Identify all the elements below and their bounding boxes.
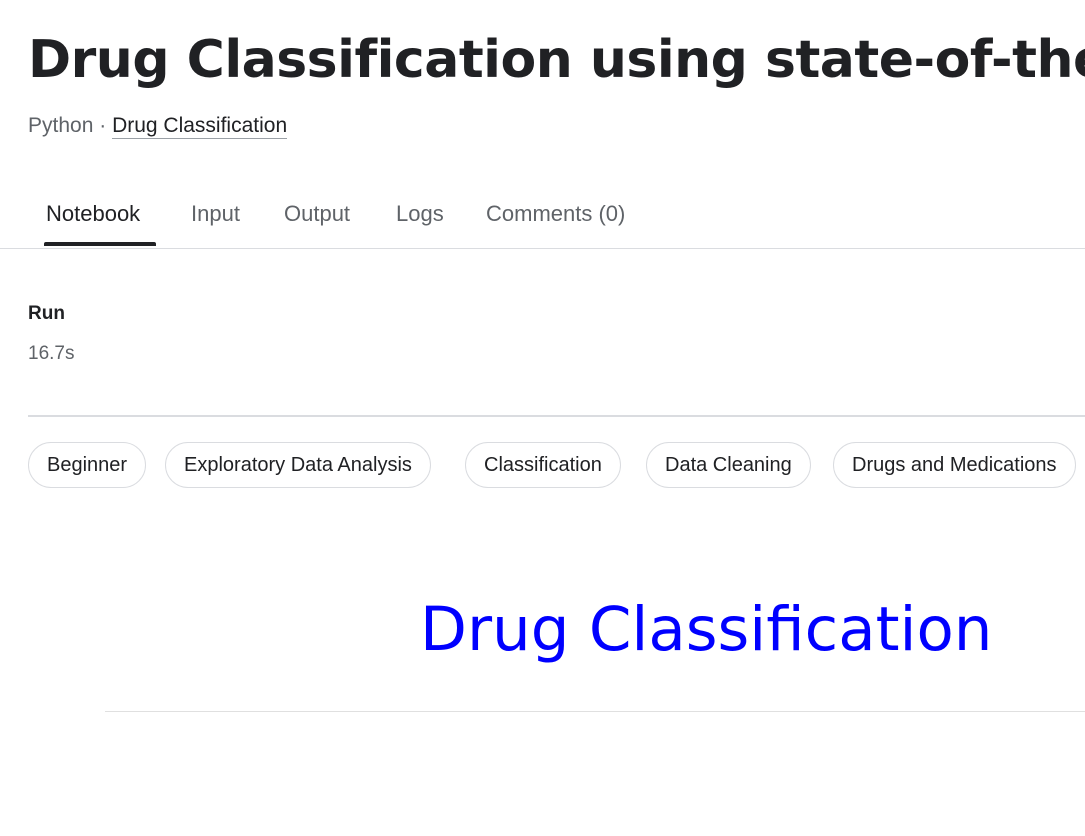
heading-underline (105, 711, 1085, 712)
notebook-meta: Python · Drug Classification (28, 112, 288, 140)
active-tab-indicator (44, 242, 156, 246)
tag-classification[interactable]: Classification (465, 442, 621, 488)
notebook-heading: Drug Classification (420, 594, 993, 665)
run-label: Run (28, 303, 65, 324)
tag-data-cleaning[interactable]: Data Cleaning (646, 442, 811, 488)
meta-separator: · (93, 114, 113, 137)
run-time-value: 16.7s (28, 343, 75, 364)
tab-notebook[interactable]: Notebook (46, 200, 140, 228)
section-divider (28, 415, 1085, 417)
tag-drugs-and-medications[interactable]: Drugs and Medications (833, 442, 1076, 488)
tab-comments[interactable]: Comments (0) (486, 200, 625, 228)
dataset-link[interactable]: Drug Classification (112, 114, 288, 139)
language-label: Python (28, 114, 94, 137)
tab-logs[interactable]: Logs (396, 200, 444, 228)
page-title: Drug Classification using state-of-the-a… (28, 30, 1085, 90)
tab-output[interactable]: Output (284, 200, 350, 228)
tab-input[interactable]: Input (191, 200, 240, 228)
tab-bar: Notebook Input Output Logs Comments (0) (0, 186, 1085, 249)
tag-beginner[interactable]: Beginner (28, 442, 147, 488)
tag-exploratory-data-analysis[interactable]: Exploratory Data Analysis (165, 442, 431, 488)
notebook-page: Drug Classification using state-of-the-a… (0, 0, 1085, 836)
